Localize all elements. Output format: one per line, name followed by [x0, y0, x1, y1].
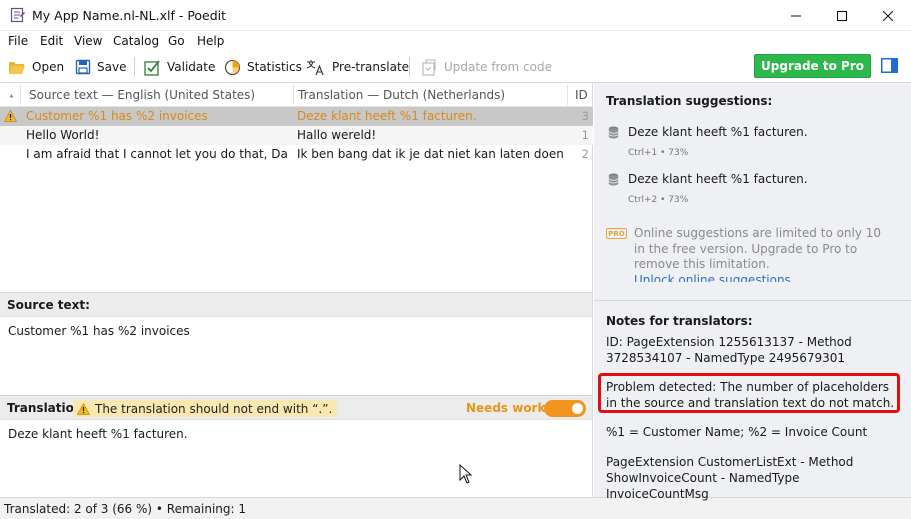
suggestion-text: Deze klant heeft %1 facturen.	[628, 172, 808, 186]
toggle-knob	[572, 403, 583, 414]
suggestion-meta: Ctrl+1 • 73%	[628, 148, 689, 158]
row-source-text: Hello World!	[26, 128, 100, 142]
source-text: Customer %1 has %2 invoices	[8, 324, 190, 338]
menu-help[interactable]: Help	[197, 34, 224, 48]
notes-title: Notes for translators:	[606, 314, 753, 328]
poedit-app-icon	[10, 7, 25, 23]
list-header: Source text — English (United States) Tr…	[0, 83, 593, 107]
needs-work-toggle[interactable]	[544, 400, 586, 417]
validate-checkbox-icon	[144, 59, 160, 76]
suggestions-title: Translation suggestions:	[606, 94, 773, 108]
column-header-id[interactable]: ID	[575, 88, 588, 102]
statistics-button[interactable]: Statistics	[224, 55, 302, 79]
minimize-icon	[791, 15, 801, 16]
pro-limit-note: PRO Online suggestions are limited to on…	[606, 226, 901, 282]
row-id: 2	[581, 147, 589, 161]
row-id: 3	[581, 109, 589, 123]
toolbar-separator	[409, 57, 410, 77]
close-button[interactable]	[865, 0, 911, 31]
validation-warning-text: The translation should not end with “.”.	[95, 401, 333, 416]
toolbar-separator	[134, 57, 135, 77]
title-bar: My App Name.nl-NL.xlf - Poedit	[0, 0, 911, 31]
open-button[interactable]: Open	[8, 55, 64, 79]
pretranslate-button[interactable]: Pre-translate	[306, 55, 409, 79]
unlock-suggestions-link[interactable]: Unlock online suggestions	[634, 273, 791, 282]
translation-editor[interactable]: Deze klant heeft %1 facturen.	[0, 420, 593, 497]
row-translation-text: Hallo wereld!	[297, 128, 377, 142]
source-pane-header: Source text:	[0, 292, 593, 317]
close-icon	[883, 10, 893, 21]
menu-edit[interactable]: Edit	[40, 34, 63, 48]
suggestion-text: Deze klant heeft %1 facturen.	[628, 125, 808, 139]
maximize-icon	[837, 10, 847, 21]
warning-icon	[77, 402, 90, 415]
source-pane: Customer %1 has %2 invoices	[0, 317, 593, 395]
maximize-button[interactable]	[819, 0, 865, 31]
database-icon	[608, 173, 619, 186]
save-button[interactable]: Save	[75, 55, 126, 79]
window-title: My App Name.nl-NL.xlf - Poedit	[32, 8, 227, 23]
row-translation-text: Deze klant heeft %1 facturen.	[297, 109, 477, 123]
status-text: Translated: 2 of 3 (66 %) • Remaining: 1	[4, 502, 247, 516]
save-icon	[75, 59, 91, 75]
warning-icon	[4, 110, 17, 122]
row-translation-text: Ik ben bang dat ik je dat niet kan laten…	[297, 147, 565, 161]
sort-indicator-icon[interactable]	[9, 93, 14, 98]
pie-chart-icon	[224, 59, 241, 75]
needs-work-label: Needs work	[466, 401, 546, 415]
database-icon	[608, 126, 619, 139]
sidebar-toggle-icon[interactable]	[881, 58, 898, 73]
update-from-code-button[interactable]: Update from code	[420, 55, 552, 79]
validation-warning-badge: The translation should not end with “.”.	[73, 400, 338, 417]
row-source-text: Customer %1 has %2 invoices	[26, 109, 208, 123]
table-row[interactable]: Customer %1 has %2 invoices Deze klant h…	[0, 107, 593, 126]
sidebar-divider	[594, 300, 911, 301]
row-source-text: I am afraid that I cannot let you do tha…	[26, 147, 288, 161]
upgrade-to-pro-button[interactable]: Upgrade to Pro	[754, 54, 871, 78]
problem-highlight-box	[598, 373, 900, 413]
row-id: 1	[581, 128, 589, 142]
sidebar: Translation suggestions: Deze klant heef…	[594, 83, 911, 501]
suggestion-meta: Ctrl+2 • 73%	[628, 195, 689, 205]
menu-file[interactable]: File	[8, 34, 28, 48]
column-separator	[20, 85, 21, 105]
menu-go[interactable]: Go	[168, 34, 185, 48]
suggestion-item[interactable]: Deze klant heeft %1 facturen. Ctrl+2 • 7…	[608, 172, 898, 206]
translation-list: Source text — English (United States) Tr…	[0, 83, 593, 293]
menu-view[interactable]: View	[74, 34, 102, 48]
column-separator	[567, 85, 568, 105]
suggestion-item[interactable]: Deze klant heeft %1 facturen. Ctrl+1 • 7…	[608, 125, 898, 159]
note-id: ID: PageExtension 1255613137 - Method 37…	[606, 335, 852, 365]
note-placeholders: %1 = Customer Name; %2 = Invoice Count	[606, 425, 868, 439]
menu-bar: File Edit View Catalog Go Help	[0, 31, 911, 51]
note-context: PageExtension CustomerListExt - Method S…	[606, 455, 854, 501]
column-header-translation[interactable]: Translation — Dutch (Netherlands)	[298, 88, 505, 102]
translation-pane-header: Translation: The translation should not …	[0, 395, 593, 420]
column-header-source[interactable]: Source text — English (United States)	[29, 88, 255, 102]
menu-catalog[interactable]: Catalog	[113, 34, 159, 48]
mouse-cursor-icon	[459, 464, 472, 484]
minimize-button[interactable]	[773, 0, 819, 31]
source-pane-label: Source text:	[7, 298, 90, 312]
table-row[interactable]: Hello World! Hallo wereld! 1	[0, 126, 593, 145]
translate-icon	[306, 59, 324, 75]
table-row[interactable]: I am afraid that I cannot let you do tha…	[0, 145, 593, 164]
pro-limit-text: Online suggestions are limited to only 1…	[634, 226, 882, 271]
update-from-code-icon	[422, 58, 436, 76]
column-separator	[293, 85, 294, 105]
folder-open-icon	[9, 61, 25, 74]
translation-text: Deze klant heeft %1 facturen.	[8, 427, 188, 441]
validate-button[interactable]: Validate	[144, 55, 215, 79]
pro-badge: PRO	[606, 228, 627, 239]
